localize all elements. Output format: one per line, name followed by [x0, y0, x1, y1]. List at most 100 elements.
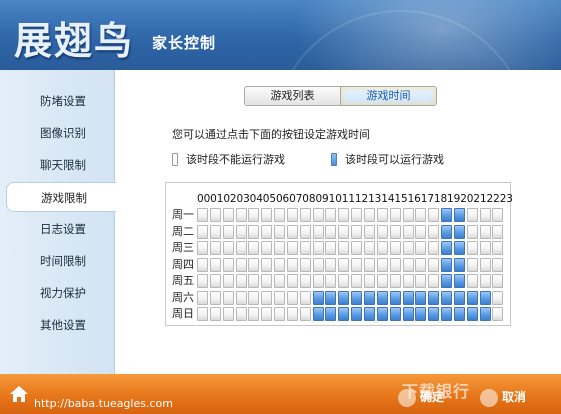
hour-toggle-cell[interactable]	[453, 241, 465, 255]
hour-toggle-cell[interactable]	[415, 241, 427, 255]
hour-toggle-cell[interactable]	[492, 224, 504, 239]
hour-toggle-cell[interactable]	[209, 290, 221, 305]
hour-toggle-cell[interactable]	[376, 208, 388, 222]
hour-toggle-cell[interactable]	[261, 307, 273, 321]
tab-game-time[interactable]: 游戏时间	[340, 87, 436, 105]
hour-toggle-cell[interactable]	[492, 290, 504, 305]
hour-toggle-cell[interactable]	[325, 274, 337, 288]
hour-toggle-cell[interactable]	[222, 208, 234, 222]
hour-toggle-cell[interactable]	[415, 208, 427, 222]
hour-toggle-cell[interactable]	[402, 224, 414, 239]
hour-toggle-cell[interactable]	[338, 274, 350, 288]
hour-toggle-cell[interactable]	[466, 241, 478, 255]
hour-toggle-cell[interactable]	[286, 307, 298, 321]
hour-toggle-cell[interactable]	[363, 224, 375, 239]
hour-toggle-cell[interactable]	[261, 241, 273, 255]
hour-toggle-cell[interactable]	[492, 257, 504, 272]
hour-toggle-cell[interactable]	[274, 290, 286, 305]
hour-toggle-cell[interactable]	[325, 290, 337, 305]
hour-toggle-cell[interactable]	[376, 224, 388, 239]
hour-toggle-cell[interactable]	[466, 274, 478, 288]
hour-toggle-cell[interactable]	[363, 290, 375, 305]
hour-toggle-cell[interactable]	[248, 257, 260, 272]
hour-toggle-cell[interactable]	[466, 307, 478, 321]
hour-toggle-cell[interactable]	[235, 208, 247, 222]
sidebar-item-other-settings[interactable]: 其他设置	[0, 310, 115, 340]
hour-toggle-cell[interactable]	[363, 208, 375, 222]
hour-toggle-cell[interactable]	[222, 274, 234, 288]
hour-toggle-cell[interactable]	[338, 307, 350, 321]
hour-toggle-cell[interactable]	[376, 307, 388, 321]
hour-toggle-cell[interactable]	[466, 208, 478, 222]
hour-toggle-cell[interactable]	[479, 208, 491, 222]
hour-toggle-cell[interactable]	[274, 224, 286, 239]
hour-toggle-cell[interactable]	[299, 224, 311, 239]
hour-toggle-cell[interactable]	[363, 241, 375, 255]
hour-toggle-cell[interactable]	[235, 224, 247, 239]
hour-toggle-cell[interactable]	[428, 290, 440, 305]
hour-toggle-cell[interactable]	[261, 224, 273, 239]
hour-toggle-cell[interactable]	[428, 307, 440, 321]
hour-toggle-cell[interactable]	[389, 208, 401, 222]
hour-toggle-cell[interactable]	[492, 307, 504, 321]
hour-toggle-cell[interactable]	[312, 224, 324, 239]
website-link[interactable]: http://baba.tueagles.com	[34, 397, 173, 410]
hour-toggle-cell[interactable]	[428, 274, 440, 288]
hour-toggle-cell[interactable]	[402, 241, 414, 255]
hour-toggle-cell[interactable]	[197, 274, 208, 288]
hour-toggle-cell[interactable]	[351, 290, 363, 305]
hour-toggle-cell[interactable]	[441, 290, 453, 305]
hour-toggle-cell[interactable]	[389, 257, 401, 272]
hour-toggle-cell[interactable]	[222, 224, 234, 239]
hour-toggle-cell[interactable]	[479, 257, 491, 272]
hour-toggle-cell[interactable]	[428, 208, 440, 222]
hour-toggle-cell[interactable]	[299, 290, 311, 305]
hour-toggle-cell[interactable]	[235, 257, 247, 272]
hour-toggle-cell[interactable]	[299, 307, 311, 321]
hour-toggle-cell[interactable]	[248, 208, 260, 222]
hour-toggle-cell[interactable]	[222, 307, 234, 321]
hour-toggle-cell[interactable]	[197, 208, 208, 222]
hour-toggle-cell[interactable]	[248, 241, 260, 255]
hour-toggle-cell[interactable]	[402, 307, 414, 321]
hour-toggle-cell[interactable]	[286, 257, 298, 272]
hour-toggle-cell[interactable]	[338, 241, 350, 255]
tab-game-list[interactable]: 游戏列表	[245, 87, 340, 105]
hour-toggle-cell[interactable]	[209, 307, 221, 321]
hour-toggle-cell[interactable]	[261, 208, 273, 222]
hour-toggle-cell[interactable]	[351, 274, 363, 288]
hour-toggle-cell[interactable]	[428, 241, 440, 255]
hour-toggle-cell[interactable]	[274, 257, 286, 272]
hour-toggle-cell[interactable]	[415, 224, 427, 239]
home-icon[interactable]	[8, 384, 30, 404]
hour-toggle-cell[interactable]	[261, 290, 273, 305]
hour-toggle-cell[interactable]	[274, 307, 286, 321]
hour-toggle-cell[interactable]	[351, 224, 363, 239]
hour-toggle-cell[interactable]	[453, 224, 465, 239]
hour-toggle-cell[interactable]	[351, 307, 363, 321]
hour-toggle-cell[interactable]	[389, 290, 401, 305]
hour-toggle-cell[interactable]	[492, 274, 504, 288]
hour-toggle-cell[interactable]	[428, 257, 440, 272]
hour-toggle-cell[interactable]	[453, 208, 465, 222]
hour-toggle-cell[interactable]	[363, 307, 375, 321]
hour-toggle-cell[interactable]	[492, 208, 504, 222]
hour-toggle-cell[interactable]	[286, 290, 298, 305]
hour-toggle-cell[interactable]	[415, 274, 427, 288]
hour-toggle-cell[interactable]	[338, 208, 350, 222]
hour-toggle-cell[interactable]	[235, 274, 247, 288]
hour-toggle-cell[interactable]	[479, 274, 491, 288]
hour-toggle-cell[interactable]	[441, 307, 453, 321]
hour-toggle-cell[interactable]	[222, 241, 234, 255]
hour-toggle-cell[interactable]	[325, 307, 337, 321]
cancel-button[interactable]: 取消	[480, 386, 532, 408]
hour-toggle-cell[interactable]	[261, 257, 273, 272]
hour-toggle-cell[interactable]	[286, 208, 298, 222]
hour-toggle-cell[interactable]	[363, 257, 375, 272]
hour-toggle-cell[interactable]	[376, 290, 388, 305]
hour-toggle-cell[interactable]	[389, 274, 401, 288]
hour-toggle-cell[interactable]	[325, 241, 337, 255]
hour-toggle-cell[interactable]	[312, 307, 324, 321]
hour-toggle-cell[interactable]	[197, 290, 208, 305]
hour-toggle-cell[interactable]	[299, 274, 311, 288]
